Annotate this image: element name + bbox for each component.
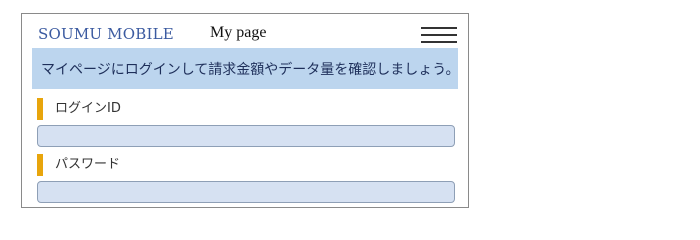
password-label: パスワード: [37, 154, 120, 176]
menu-line: [421, 34, 457, 36]
password-input[interactable]: [37, 181, 455, 203]
menu-line: [421, 41, 457, 43]
banner-text: マイページにログインして請求金額やデータ量を確認しましょう。: [41, 62, 460, 78]
brand-logo[interactable]: SOUMU MOBILE: [38, 25, 174, 43]
menu-line: [421, 27, 457, 29]
page-title: My page: [210, 24, 267, 41]
info-banner: マイページにログインして請求金額やデータ量を確認しましょう。: [32, 48, 460, 89]
header: SOUMU MOBILE My page: [22, 14, 468, 47]
mobile-page-frame: SOUMU MOBILE My page マイページにログインして請求金額やデー…: [21, 13, 469, 208]
login-id-input[interactable]: [37, 125, 455, 147]
login-id-label: ログインID: [37, 98, 121, 120]
hamburger-menu-icon[interactable]: [421, 26, 457, 44]
